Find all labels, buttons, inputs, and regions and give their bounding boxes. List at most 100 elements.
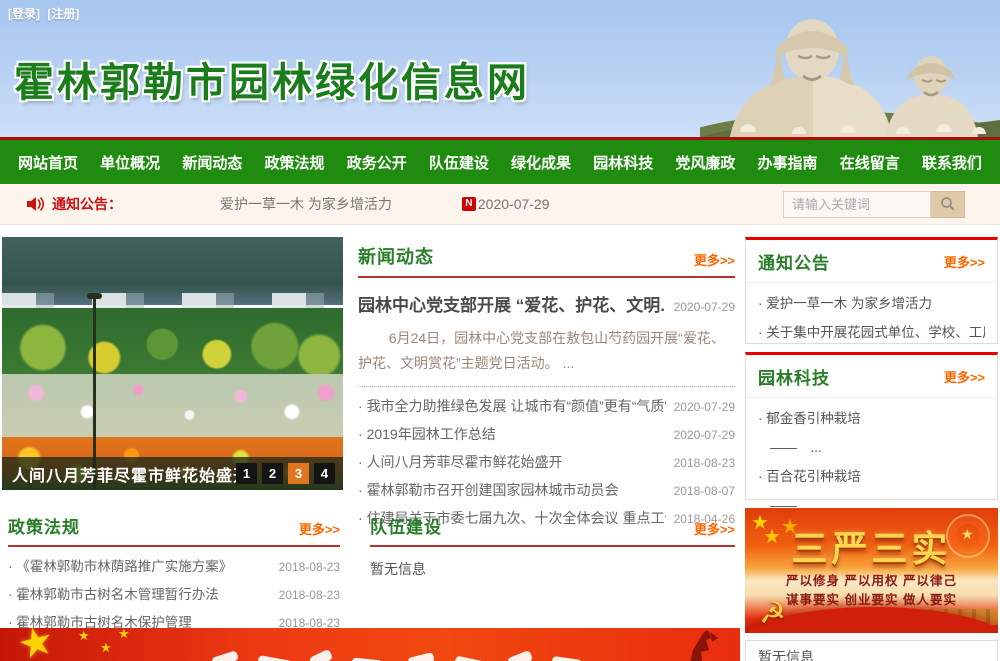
nav-item-about[interactable]: 单位概况: [100, 152, 160, 173]
carousel-page-2[interactable]: 2: [262, 463, 283, 484]
gold-star-icon: ★: [13, 628, 59, 661]
policy-section-title: 政策法规: [8, 513, 80, 538]
garden-tech-more-link[interactable]: 更多>>: [944, 367, 985, 386]
site-header: [登录] [注册] 霍林郭勒市园林绿化信息网: [0, 0, 1000, 137]
tech-item[interactable]: 郁金香引种栽培: [758, 404, 985, 433]
notice-item[interactable]: 爱护一草一木 为家乡增活力: [758, 289, 985, 318]
notices-box-header: 通知公告 更多>>: [746, 240, 997, 283]
calligraphy-stroke: [407, 652, 435, 661]
carousel-photo-flowerfield: [2, 374, 343, 437]
carousel-photo-trees: [2, 308, 343, 374]
garden-tech-title: 园林科技: [758, 364, 830, 389]
carousel-caption-bar: 人间八月芳菲尽霍市鲜花始盛开 1 2 3 4: [2, 457, 343, 490]
nav-item-news[interactable]: 新闻动态: [182, 152, 242, 173]
tech-item-sub[interactable]: —— ...: [758, 433, 985, 462]
notice-bar: 通知公告： 爱护一草一木 为家乡增活力 N 2020-07-29: [0, 184, 1000, 225]
carousel-page-1[interactable]: 1: [236, 463, 257, 484]
news-list-item[interactable]: 2019年园林工作总结 2020-07-29: [358, 421, 735, 449]
news-item-title[interactable]: 人间八月芳菲尽霍市鲜花始盛开: [358, 449, 563, 476]
login-link[interactable]: [登录]: [8, 7, 40, 21]
search-button[interactable]: [931, 191, 965, 218]
carousel-page-4[interactable]: 4: [314, 463, 335, 484]
carousel-caption[interactable]: 人间八月芳菲尽霍市鲜花始盛开: [12, 462, 236, 486]
speaker-icon: [26, 196, 44, 212]
policy-more-link[interactable]: 更多>>: [299, 519, 340, 538]
policy-item-title[interactable]: 霍林郭勒市古树名木管理暂行办法: [8, 581, 219, 608]
bottom-red-banner[interactable]: ★ ★: [0, 628, 740, 661]
team-section-title: 队伍建设: [370, 513, 442, 538]
policy-section-header: 政策法规 更多>>: [8, 513, 340, 547]
nav-item-tech[interactable]: 园林科技: [593, 152, 653, 173]
policy-item-date: 2018-08-23: [279, 554, 340, 581]
notices-box-title: 通知公告: [758, 249, 830, 274]
nav-item-guide[interactable]: 办事指南: [758, 152, 818, 173]
policy-item[interactable]: 霍林郭勒市古树名木管理暂行办法 2018-08-23: [8, 581, 340, 609]
nav-item-party[interactable]: 党风廉政: [675, 152, 735, 173]
news-list-item[interactable]: 人间八月芳菲尽霍市鲜花始盛开 2018-08-23: [358, 449, 735, 477]
three-stricts-banner[interactable]: ★ 三严三实 严以修身 严以用权 严以律己 谋事要实 创业要实 做人要实 ☭: [745, 508, 998, 633]
team-empty-text: 暂无信息: [370, 559, 735, 579]
news-item-date: 2018-08-07: [674, 478, 735, 505]
genghis-khan-statues-image: [700, 0, 1000, 137]
photo-carousel[interactable]: 人间八月芳菲尽霍市鲜花始盛开 1 2 3 4: [2, 237, 343, 490]
news-list: 我市全力助推绿色发展 让城市有“颜值”更有“气质” 2020-07-29 201…: [358, 386, 735, 533]
nav-item-greening[interactable]: 绿化成果: [511, 152, 571, 173]
featured-news-title[interactable]: 园林中心党支部开展 “爱花、护花、文明...: [358, 291, 666, 316]
nav-item-message[interactable]: 在线留言: [840, 152, 900, 173]
nav-item-team[interactable]: 队伍建设: [429, 152, 489, 173]
garden-tech-header: 园林科技 更多>>: [746, 355, 997, 398]
policy-item-title[interactable]: 《霍林郭勒市林荫路推广实施方案》: [8, 553, 232, 580]
news-section-title: 新闻动态: [358, 243, 434, 269]
notice-ticker-link[interactable]: 爱护一草一木 为家乡增活力: [220, 194, 392, 214]
carousel-pager: 1 2 3 4: [236, 463, 335, 484]
news-list-item[interactable]: 我市全力助推绿色发展 让城市有“颜值”更有“气质” 2020-07-29: [358, 393, 735, 421]
notice-item[interactable]: 关于集中开展花园式单位、学校、工厂...: [758, 318, 985, 347]
notice-label: 通知公告：: [52, 194, 122, 214]
team-section: 队伍建设 更多>> 暂无信息: [370, 513, 735, 579]
three-stricts-line1: 严以修身 严以用权 严以律己: [745, 570, 998, 589]
main-nav: 网站首页 单位概况 新闻动态 政策法规 政务公开 队伍建设 绿化成果 园林科技 …: [0, 140, 1000, 184]
news-more-link[interactable]: 更多>>: [694, 250, 735, 269]
topbar: [登录] [注册]: [8, 5, 83, 22]
nav-item-policy[interactable]: 政策法规: [265, 152, 325, 173]
news-item-title[interactable]: 我市全力助推绿色发展 让城市有“颜值”更有“气质”: [358, 393, 666, 420]
notice-date: 2020-07-29: [478, 196, 550, 212]
news-item-title[interactable]: 霍林郭勒市召开创建国家园林城市动员会: [358, 477, 619, 504]
nav-item-home[interactable]: 网站首页: [18, 152, 78, 173]
featured-news-summary: 6月24日，园林中心党支部在敖包山芍药园开展“爱花、护花、文明赏花”主题党日活动…: [358, 326, 735, 376]
team-more-link[interactable]: 更多>>: [694, 519, 735, 538]
side-empty-box: 暂无信息: [745, 640, 998, 661]
page-root: [登录] [注册] 霍林郭勒市园林绿化信息网: [0, 0, 1000, 661]
policy-list: 《霍林郭勒市林荫路推广实施方案》 2018-08-23 霍林郭勒市古树名木管理暂…: [8, 553, 340, 637]
policy-item[interactable]: 《霍林郭勒市林荫路推广实施方案》 2018-08-23: [8, 553, 340, 581]
news-item-date: 2020-07-29: [674, 422, 735, 449]
register-link[interactable]: [注册]: [47, 7, 79, 21]
nav-item-gov-affairs[interactable]: 政务公开: [347, 152, 407, 173]
policy-item-date: 2018-08-23: [279, 582, 340, 609]
search-box: [783, 191, 965, 218]
news-item-date: 2018-08-23: [674, 450, 735, 477]
news-section-header: 新闻动态 更多>>: [358, 243, 735, 278]
statue-silhouette-icon: [680, 630, 722, 661]
tech-item[interactable]: 百合花引种栽培: [758, 462, 985, 491]
site-title: 霍林郭勒市园林绿化信息网: [14, 50, 530, 108]
garden-tech-box: 园林科技 更多>> 郁金香引种栽培 —— ... 百合花引种栽培 —— ...: [745, 352, 998, 500]
new-badge-icon: N: [462, 197, 476, 211]
three-stricts-title: 三严三实: [745, 520, 998, 572]
nav-item-contact[interactable]: 联系我们: [922, 152, 982, 173]
carousel-page-3-active[interactable]: 3: [288, 463, 309, 484]
news-item-title[interactable]: 2019年园林工作总结: [358, 421, 496, 448]
search-input[interactable]: [783, 191, 931, 218]
search-icon: [940, 196, 956, 212]
side-empty-text: 暂无信息: [758, 649, 814, 661]
team-section-header: 队伍建设 更多>>: [370, 513, 735, 547]
calligraphy-stroke: [352, 657, 383, 661]
featured-news-row: 园林中心党支部开展 “爱花、护花、文明... 2020-07-29: [358, 291, 735, 316]
notices-more-link[interactable]: 更多>>: [944, 252, 985, 271]
policy-section: 政策法规 更多>> 《霍林郭勒市林荫路推广实施方案》 2018-08-23 霍林…: [8, 513, 340, 637]
news-item-date: 2020-07-29: [674, 394, 735, 421]
notices-box: 通知公告 更多>> 爱护一草一木 为家乡增活力 关于集中开展花园式单位、学校、工…: [745, 237, 998, 344]
news-list-item[interactable]: 霍林郭勒市召开创建国家园林城市动员会 2018-08-07: [358, 477, 735, 505]
calligraphy-stroke: [552, 656, 583, 661]
calligraphy-stroke: [507, 650, 533, 661]
